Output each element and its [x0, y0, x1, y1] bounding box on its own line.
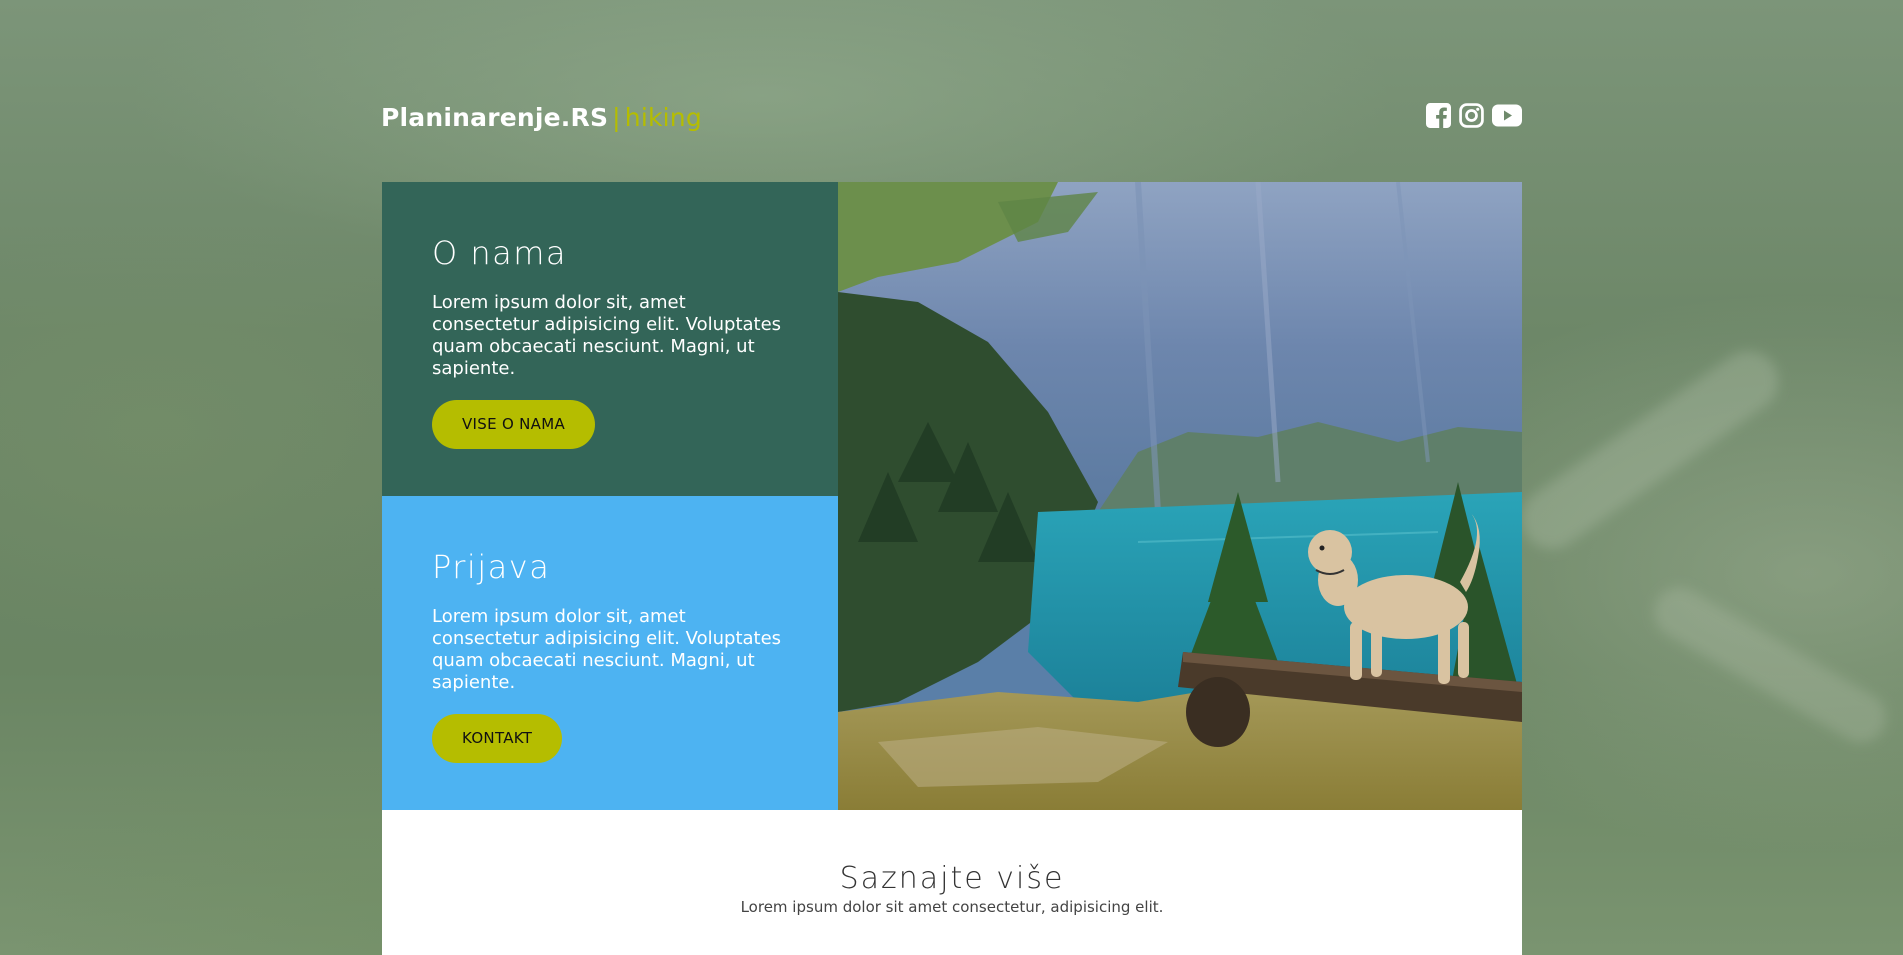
learn-more-text: Lorem ipsum dolor sit amet consectetur, …	[740, 898, 1164, 916]
about-title: O nama	[432, 234, 568, 272]
logo-separator: |	[612, 102, 621, 132]
learn-more-title: Saznajte više	[839, 861, 1065, 896]
signup-text: Lorem ipsum dolor sit, amet consectetur …	[432, 606, 782, 693]
content-card: O nama Lorem ipsum dolor sit, amet conse…	[382, 182, 1522, 955]
site-header: Planinarenje.RS | hiking	[381, 96, 1522, 138]
learn-more-section: Saznajte više Lorem ipsum dolor sit amet…	[382, 810, 1522, 955]
contact-button[interactable]: KONTAKT	[432, 714, 563, 763]
about-panel: O nama Lorem ipsum dolor sit, amet conse…	[382, 182, 838, 496]
instagram-icon[interactable]	[1459, 102, 1484, 132]
youtube-icon[interactable]	[1492, 104, 1522, 131]
facebook-icon[interactable]	[1426, 102, 1451, 132]
logo-brand: Planinarenje.RS	[381, 102, 609, 132]
signup-panel: Prijava Lorem ipsum dolor sit, amet cons…	[382, 496, 838, 810]
site-logo[interactable]: Planinarenje.RS | hiking	[381, 103, 702, 132]
signup-title: Prijava	[432, 548, 551, 586]
about-more-button[interactable]: VISE O NAMA	[432, 400, 596, 449]
social-links	[1426, 102, 1522, 132]
hero-photo	[838, 182, 1522, 810]
logo-tagline: hiking	[624, 102, 702, 132]
about-text: Lorem ipsum dolor sit, amet consectetur …	[432, 292, 782, 379]
